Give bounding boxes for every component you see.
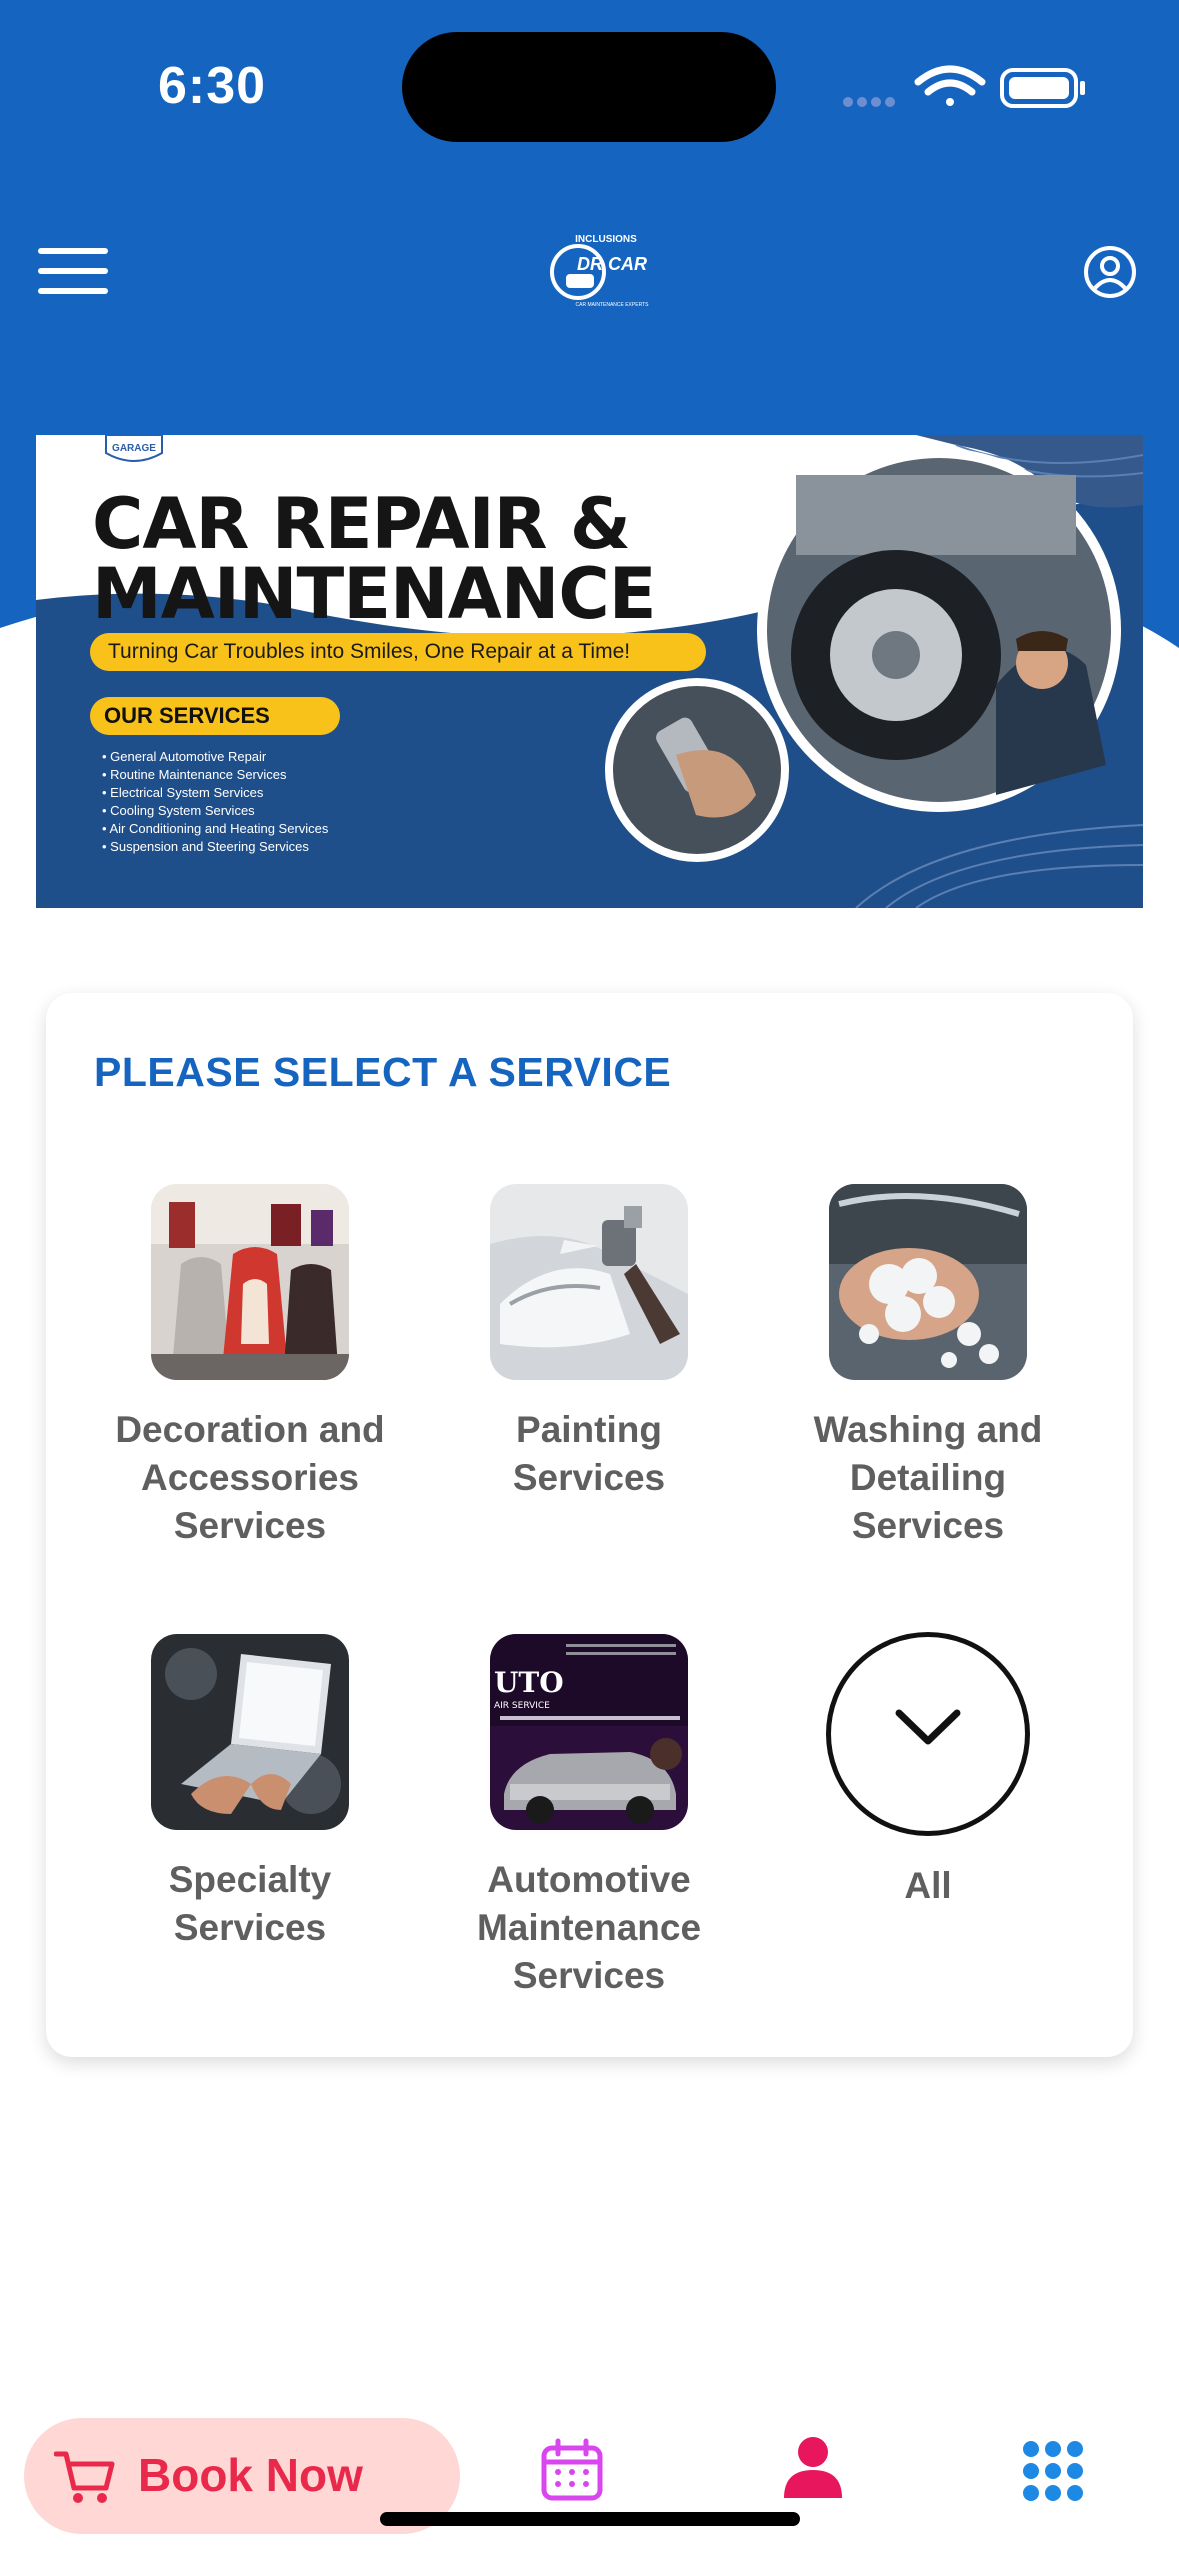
decoration-image: [151, 1184, 349, 1380]
service-tile-painting[interactable]: Painting Services: [439, 1184, 739, 1502]
chevron-down-icon: [895, 1709, 961, 1745]
service-section-title: PLEASE SELECT A SERVICE: [94, 1049, 672, 1095]
cart-icon: [54, 2451, 115, 2503]
service-tile-washing[interactable]: Washing and Detailing Services: [778, 1184, 1078, 1550]
battery-icon: [1000, 68, 1085, 108]
washing-image: [829, 1184, 1027, 1380]
banner-title-line2: MAINTENANCE: [92, 553, 657, 635]
banner-services-heading: OUR SERVICES: [90, 697, 340, 735]
status-time: 6:30: [158, 57, 267, 115]
service-tile-automotive-maintenance[interactable]: UTO AIR SERVICE Automotive Maintenance S…: [439, 1634, 739, 2000]
service-tile-label: Painting Services: [512, 1409, 666, 1498]
banner-services-list: General Automotive Repair Routine Mainte…: [102, 748, 328, 856]
expand-all-button[interactable]: [826, 1632, 1030, 1836]
service-tile-specialty[interactable]: Specialty Services: [100, 1634, 400, 1952]
calendar-icon[interactable]: [540, 2438, 604, 2502]
banner-service-item: Suspension and Steering Services: [102, 838, 328, 856]
logo-top-text: INCLUSIONS: [575, 234, 637, 245]
menu-icon[interactable]: [38, 248, 110, 296]
grid-menu-icon[interactable]: [1022, 2440, 1084, 2502]
banner-tagline: Turning Car Troubles into Smiles, One Re…: [90, 633, 706, 671]
tile-image-text: UTO: [494, 1666, 564, 1699]
dr-car-logo: INCLUSIONS DR CAR CAR MAINTENANCE EXPERT…: [550, 234, 650, 308]
service-tile-label: Automotive Maintenance Services: [476, 1859, 702, 1996]
status-icons: [843, 65, 1085, 108]
garage-badge: GARAGE: [105, 435, 163, 462]
service-tile-decoration[interactable]: Decoration and Accessories Services: [100, 1184, 400, 1550]
automotive-maintenance-image: UTO AIR SERVICE: [490, 1634, 688, 1830]
painting-image: [490, 1184, 688, 1380]
profile-icon[interactable]: [1082, 244, 1138, 300]
banner-service-item: Air Conditioning and Heating Services: [102, 820, 328, 838]
specialty-image: [151, 1634, 349, 1830]
service-tile-label: Washing and Detailing Services: [813, 1409, 1043, 1546]
logo-sub-text: CAR MAINTENANCE EXPERTS: [576, 302, 650, 308]
banner-service-item: Electrical System Services: [102, 784, 328, 802]
logo-main-text: DR CAR: [577, 254, 647, 274]
tile-image-subtext: AIR SERVICE: [494, 1701, 550, 1711]
dynamic-island: [402, 32, 776, 142]
banner-service-item: General Automotive Repair: [102, 748, 328, 766]
banner-service-item: Cooling System Services: [102, 802, 328, 820]
oil-photo: [605, 678, 789, 862]
service-tile-label: Decoration and Accessories Services: [115, 1409, 385, 1546]
service-selection-card: PLEASE SELECT A SERVICE Decoration and A…: [46, 993, 1133, 2057]
book-now-label: Book Now: [138, 2449, 363, 2501]
service-tile-all[interactable]: All: [778, 1632, 1078, 1910]
person-icon[interactable]: [782, 2436, 844, 2500]
wifi-icon: [914, 65, 986, 106]
home-indicator[interactable]: [380, 2512, 800, 2526]
banner-service-item: Routine Maintenance Services: [102, 766, 328, 784]
wheel-photo: [757, 448, 1121, 812]
cellular-signal-icon: [843, 97, 895, 107]
promo-banner[interactable]: GARAGE CAR REPAIR & MAINTENANCE Turning …: [36, 435, 1143, 908]
service-tile-label: Specialty Services: [168, 1859, 332, 1948]
badge-text: GARAGE: [112, 443, 156, 454]
service-tile-label: All: [904, 1865, 952, 1906]
